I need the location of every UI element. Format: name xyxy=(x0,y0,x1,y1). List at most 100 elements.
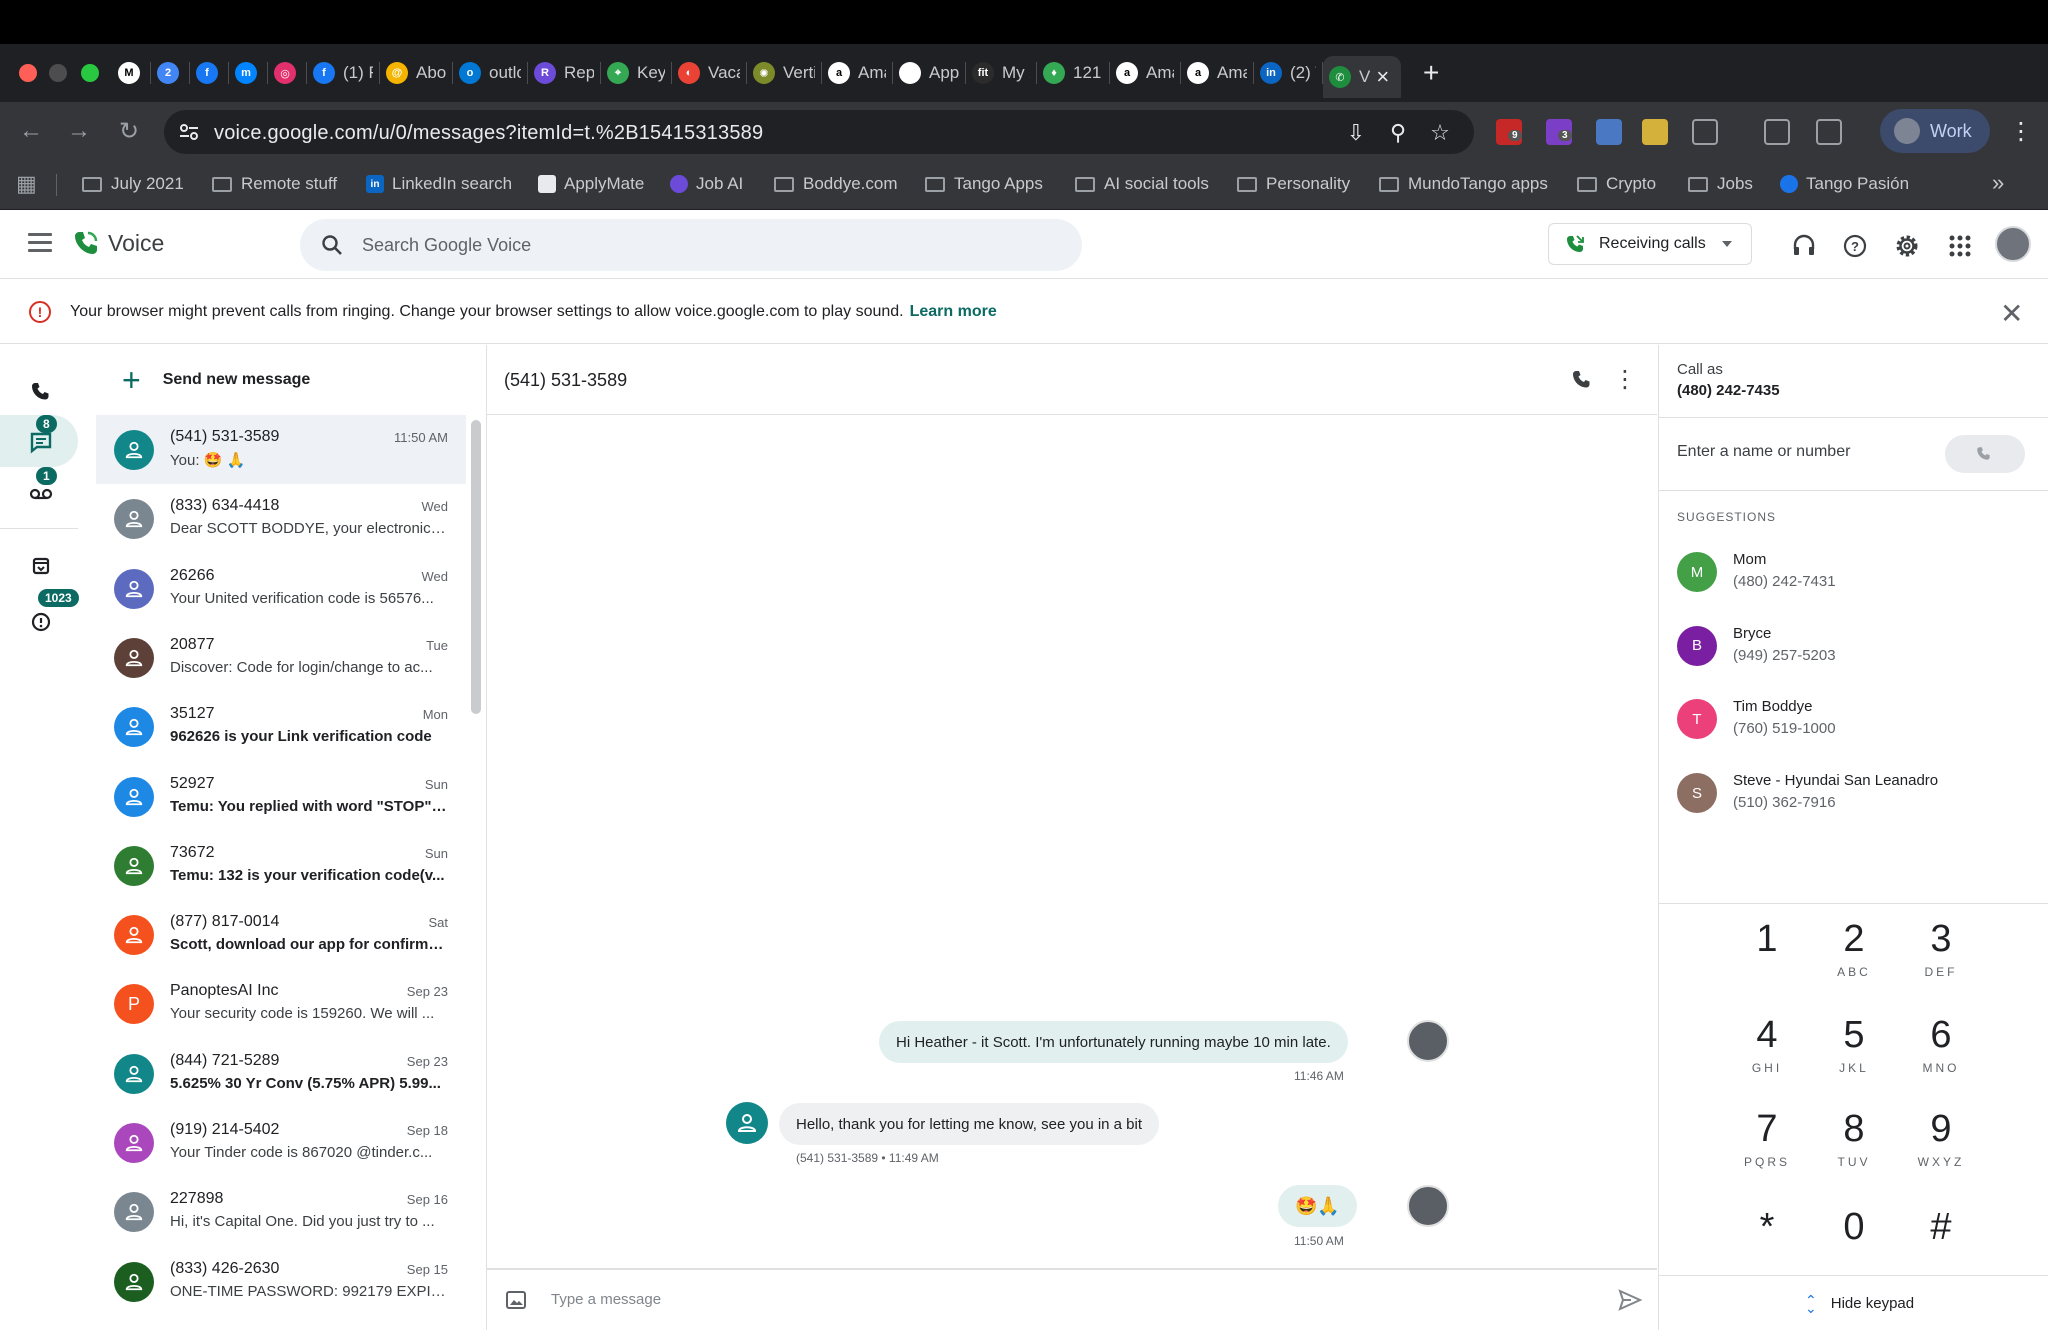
browser-tab-active[interactable]: ✆ V × xyxy=(1323,56,1401,98)
bookmark-item[interactable]: Crypto xyxy=(1577,174,1656,194)
keypad-key-1[interactable]: 2 ABC xyxy=(1814,917,1894,979)
bookmark-item[interactable]: Remote stuff xyxy=(212,174,337,194)
browser-tab[interactable]: 2 xyxy=(151,56,189,90)
browser-tab[interactable]: @ Abou xyxy=(380,56,452,90)
account-avatar[interactable] xyxy=(1995,226,2031,262)
new-tab-button[interactable]: + xyxy=(1423,57,1439,89)
bookmark-item[interactable]: ApplyMate xyxy=(538,174,644,194)
conversation-item[interactable]: (844) 721-5289 Sep 23 5.625% 30 Yr Conv (5… xyxy=(96,1039,466,1108)
browser-tab[interactable]: f (1) F xyxy=(307,56,379,90)
learn-more-link[interactable]: Learn more xyxy=(910,303,997,320)
back-arrow-icon[interactable]: ← xyxy=(16,116,46,146)
headset-icon[interactable] xyxy=(1791,233,1817,259)
browser-tab[interactable]: ooutlo xyxy=(453,56,527,90)
browser-tab[interactable]: in (2) T xyxy=(1254,56,1322,90)
bookmark-item[interactable]: Tango Pasión xyxy=(1780,174,1909,194)
send-new-message-button[interactable]: + Send new message xyxy=(96,345,466,415)
keypad-key-0[interactable]: 1 xyxy=(1727,917,1807,965)
conversation-item[interactable]: 227898 Sep 16 Hi, it's Capital One. Did yo… xyxy=(96,1177,466,1246)
keypad-key-3[interactable]: 4 GHI xyxy=(1727,1013,1807,1075)
bookmark-item[interactable]: AI social tools xyxy=(1075,174,1209,194)
site-settings-icon[interactable] xyxy=(178,121,200,143)
bookmarks-overflow-icon[interactable]: » xyxy=(1992,170,2004,196)
receiving-calls-dropdown[interactable]: Receiving calls xyxy=(1548,223,1752,265)
messages-icon[interactable] xyxy=(26,428,56,458)
conversation-item[interactable]: 73672 Sun Temu: 132 is your verification c… xyxy=(96,831,466,900)
calls-phone-icon[interactable] xyxy=(26,377,56,407)
browser-tab[interactable]: a Ama xyxy=(822,56,892,90)
hide-keypad-button[interactable]: ⌃ ⌄ Hide keypad xyxy=(1805,1293,1914,1315)
conversation-item[interactable]: (919) 214-5402 Sep 18 Your Tinder code is … xyxy=(96,1108,466,1177)
zoom-icon[interactable]: ⚲ xyxy=(1386,120,1410,145)
browser-tab[interactable]: ✺ Verti xyxy=(747,56,821,90)
bookmark-item[interactable]: Boddye.com xyxy=(774,174,898,194)
suggestion-contact[interactable]: S Steve - Hyundai San Leanadro (510) 362-7… xyxy=(1677,766,2037,822)
extension-people-icon[interactable] xyxy=(1642,119,1668,145)
send-icon[interactable] xyxy=(1617,1288,1643,1312)
apps-grid-icon[interactable]: ▦ xyxy=(16,171,37,197)
tab-search-icon[interactable] xyxy=(1764,119,1790,145)
keypad-key-5[interactable]: 6 MNO xyxy=(1901,1013,1981,1075)
conversation-item[interactable]: 26266 Wed Your United verification code is… xyxy=(96,554,466,623)
image-attach-icon[interactable] xyxy=(504,1288,528,1312)
conversation-item[interactable]: (833) 634-4418 Wed Dear SCOTT BODDYE, your… xyxy=(96,484,466,553)
minimize-window-button[interactable] xyxy=(49,64,67,82)
search-input[interactable]: Search Google Voice xyxy=(300,219,1082,271)
browser-tab[interactable]: ♦ 121 J xyxy=(1037,56,1109,90)
browser-tab[interactable]: fit My Z xyxy=(966,56,1036,90)
keypad-key-10[interactable]: 0 xyxy=(1814,1205,1894,1253)
browser-tab[interactable]: f xyxy=(190,56,228,90)
browser-tab[interactable]: R Repli xyxy=(528,56,600,90)
browser-menu-icon[interactable]: ⋮ xyxy=(2006,116,2036,146)
install-app-icon[interactable]: ⇩ xyxy=(1344,120,1368,145)
browser-tab[interactable]: Appl xyxy=(893,56,965,90)
forward-arrow-icon[interactable]: → xyxy=(64,116,94,146)
conversation-list-scrollbar[interactable] xyxy=(471,420,481,714)
browser-tab[interactable]: ◎ xyxy=(268,56,306,90)
settings-gear-icon[interactable] xyxy=(1894,233,1920,259)
google-apps-icon[interactable] xyxy=(1947,233,1973,259)
bookmark-item[interactable]: Personality xyxy=(1237,174,1350,194)
browser-tab[interactable]: m xyxy=(229,56,267,90)
close-window-button[interactable] xyxy=(19,64,37,82)
message-input[interactable]: Type a message xyxy=(551,1291,661,1308)
conversation-item[interactable]: 20877 Tue Discover: Code for login/change … xyxy=(96,623,466,692)
archive-icon[interactable] xyxy=(26,551,56,581)
bookmark-item[interactable]: MundoTango apps xyxy=(1379,174,1548,194)
suggestion-contact[interactable]: M Mom (480) 242-7431 xyxy=(1677,545,2037,601)
help-icon[interactable]: ? xyxy=(1842,233,1868,259)
suggestion-contact[interactable]: B Bryce (949) 257-5203 xyxy=(1677,619,2037,675)
keypad-key-4[interactable]: 5 JKL xyxy=(1814,1013,1894,1075)
bookmark-item[interactable]: in LinkedIn search xyxy=(366,174,512,194)
search-icon[interactable] xyxy=(320,233,344,257)
browser-tab[interactable]: a Ama xyxy=(1181,56,1253,90)
keypad-key-9[interactable]: * xyxy=(1727,1205,1807,1253)
bookmark-item[interactable]: July 2021 xyxy=(82,174,184,194)
keypad-key-8[interactable]: 9 WXYZ xyxy=(1901,1107,1981,1169)
extensions-puzzle-icon[interactable] xyxy=(1692,119,1718,145)
bookmark-item[interactable]: Tango Apps xyxy=(925,174,1043,194)
conversation-item[interactable]: (877) 817-0014 Sat Scott, download our app… xyxy=(96,900,466,969)
dial-input[interactable]: Enter a name or number xyxy=(1677,443,1850,461)
reload-icon[interactable]: ↻ xyxy=(114,116,144,146)
keypad-key-11[interactable]: # xyxy=(1901,1205,1981,1253)
conversation-item[interactable]: 52927 Sun Temu: You replied with word "STO… xyxy=(96,762,466,831)
keypad-key-7[interactable]: 8 TUV xyxy=(1814,1107,1894,1169)
call-as-number[interactable]: (480) 242-7435 xyxy=(1677,382,1780,399)
call-phone-icon[interactable] xyxy=(1570,368,1594,392)
cast-icon[interactable] xyxy=(1816,119,1842,145)
tab-close-icon[interactable]: × xyxy=(1376,64,1389,90)
extension-translate-icon[interactable] xyxy=(1596,119,1622,145)
keypad-key-2[interactable]: 3 DEF xyxy=(1901,917,1981,979)
close-icon[interactable]: ✕ xyxy=(2000,297,2023,330)
conversation-item[interactable]: (833) 426-2630 Sep 15 ONE-TIME PASSWORD: 9… xyxy=(96,1247,466,1316)
bookmark-item[interactable]: Jobs xyxy=(1688,174,1753,194)
main-menu-icon[interactable] xyxy=(28,233,52,253)
bookmark-item[interactable]: Job AI xyxy=(670,174,743,194)
dial-call-button[interactable] xyxy=(1945,435,2025,473)
browser-tab[interactable]: a Ama xyxy=(1110,56,1180,90)
browser-tab[interactable]: ⌖ Keys xyxy=(601,56,671,90)
keypad-key-6[interactable]: 7 PQRS xyxy=(1727,1107,1807,1169)
conversation-item[interactable]: P PanoptesAI Inc Sep 23 Your security code … xyxy=(96,969,466,1038)
suggestion-contact[interactable]: T Tim Boddye (760) 519-1000 xyxy=(1677,692,2037,748)
